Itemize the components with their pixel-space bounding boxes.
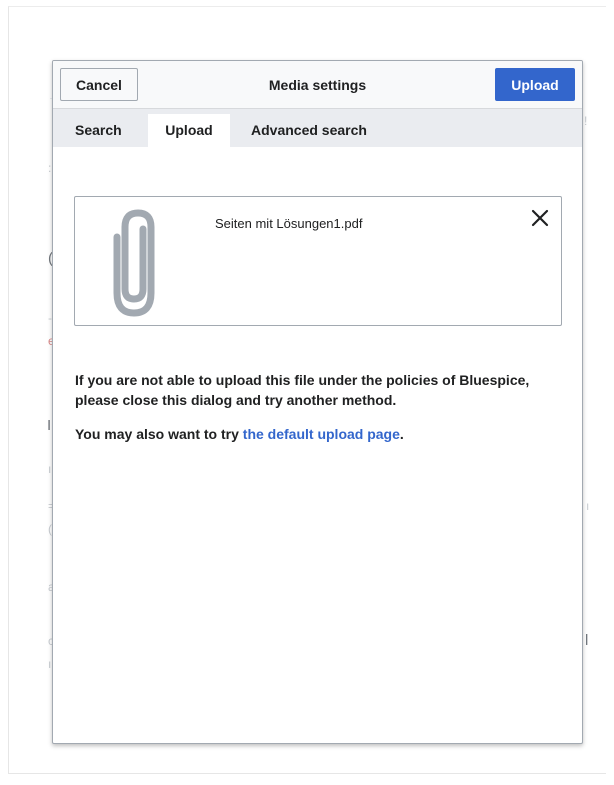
tab-search[interactable]: Search	[63, 114, 134, 147]
close-icon[interactable]	[529, 207, 551, 229]
default-upload-page-link[interactable]: the default upload page	[243, 426, 400, 442]
selected-file-card: Seiten mit Lösungen1.pdf	[74, 196, 562, 326]
policy-message: If you are not able to upload this file …	[75, 372, 530, 408]
background-fragment: :	[48, 161, 52, 175]
cancel-button[interactable]: Cancel	[60, 68, 138, 101]
background-fragment: l	[585, 632, 589, 649]
dialog-header: Cancel Media settings Upload	[53, 61, 582, 109]
alternative-suffix: .	[399, 426, 404, 442]
upload-button[interactable]: Upload	[495, 68, 575, 101]
background-fragment: I	[47, 417, 52, 434]
file-name: Seiten mit Lösungen1.pdf	[215, 216, 363, 231]
background-fragment: ı	[48, 657, 52, 671]
alternative-message: You may also want to try the default upl…	[75, 424, 565, 444]
tab-bar: Search Upload Advanced search	[53, 109, 582, 147]
tab-advanced-search[interactable]: Advanced search	[239, 114, 379, 147]
tab-upload[interactable]: Upload	[148, 114, 230, 147]
background-fragment: ı	[48, 462, 52, 476]
paperclip-icon	[113, 209, 155, 317]
background-fragment: !	[584, 114, 588, 128]
alternative-prefix: You may also want to try	[75, 426, 243, 442]
background-fragment: ı	[586, 499, 590, 513]
media-settings-dialog: Cancel Media settings Upload Search Uplo…	[52, 60, 583, 744]
